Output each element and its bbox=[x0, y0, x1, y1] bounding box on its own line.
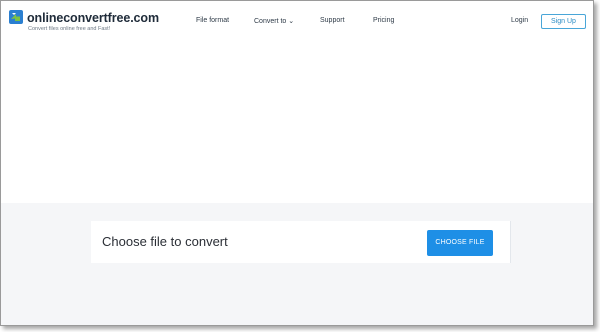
browser-viewport: onlineconvertfree.com Convert files onli… bbox=[0, 0, 594, 326]
nav-convert-to-label: Convert to bbox=[254, 18, 287, 25]
signup-button[interactable]: Sign Up bbox=[541, 14, 586, 29]
brand-name[interactable]: onlineconvertfree.com bbox=[27, 11, 159, 25]
nav-support[interactable]: Support bbox=[320, 17, 345, 24]
nav-file-format-label: File format bbox=[196, 17, 230, 24]
nav-support-label: Support bbox=[320, 17, 345, 24]
nav-pricing[interactable]: Pricing bbox=[373, 17, 394, 24]
login-link[interactable]: Login bbox=[511, 17, 528, 24]
choose-file-button[interactable]: CHOOSE FILE bbox=[427, 230, 493, 256]
nav-convert-to[interactable]: Convert to ⌄ bbox=[254, 17, 294, 25]
logo-icon bbox=[9, 10, 23, 24]
brand-tagline: Convert files online free and Fast! bbox=[28, 26, 111, 32]
hero-area bbox=[1, 43, 593, 203]
site-header: onlineconvertfree.com Convert files onli… bbox=[1, 1, 593, 44]
chevron-down-icon: ⌄ bbox=[288, 18, 295, 25]
nav-file-format[interactable]: File format bbox=[196, 17, 229, 24]
nav-pricing-label: Pricing bbox=[373, 17, 395, 24]
upload-prompt: Choose file to convert bbox=[102, 234, 228, 249]
